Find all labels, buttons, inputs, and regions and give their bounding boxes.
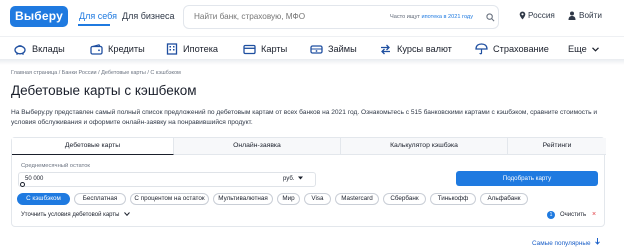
chevron-down-icon [298, 176, 304, 180]
chip-sberbank[interactable]: Сбербанк [383, 193, 426, 205]
nav-label-mortgage: Ипотека [183, 44, 219, 54]
nav-label-cards: Карты [261, 44, 288, 54]
refine-conditions-toggle[interactable]: Уточнить условия дебетовой карты [21, 212, 130, 218]
chevron-down-icon [124, 212, 130, 217]
nav-divider [0, 59, 624, 65]
active-filter-count: 1 [547, 211, 555, 219]
region-selector[interactable]: Россия [528, 9, 555, 23]
balance-input[interactable]: 50 000 руб. [18, 172, 316, 187]
login-link[interactable]: Войти [579, 9, 602, 23]
arrow-down-icon [595, 238, 601, 245]
nav-item-cards[interactable]: Карты [243, 41, 287, 57]
exchange-icon [381, 44, 390, 54]
nav-label-insurance: Страхование [493, 44, 549, 54]
tab-online-application[interactable]: Онлайн-заявка [174, 138, 341, 155]
chip-multicurrency[interactable]: Мультивалютная [213, 193, 273, 205]
search-box[interactable]: Часто ищут ипотека в 2021 году [183, 5, 499, 29]
building-icon [166, 43, 178, 55]
chip-tinkoff[interactable]: Тинькофф [430, 193, 476, 205]
chip-mir[interactable]: Мир [277, 193, 300, 205]
search-input[interactable] [194, 12, 384, 21]
umbrella-icon [475, 43, 488, 55]
balance-value[interactable]: 50 000 [25, 176, 43, 182]
site-logo[interactable]: Выберу [10, 6, 68, 27]
nav-item-currency[interactable]: Курсы валют [379, 41, 452, 57]
tab-for-business[interactable]: Для бизнеса [122, 9, 175, 23]
balance-label: Среднемесячный остаток [21, 163, 90, 169]
nav-item-loans[interactable]: Займы [310, 41, 357, 57]
search-hint-link[interactable]: ипотека в 2021 году [422, 14, 473, 20]
main-nav: Вклады Кредиты Ипотека Карты Займы Курсы… [0, 36, 624, 59]
sort-label: Самые популярные [532, 240, 591, 247]
nav-label-deposits: Вклады [32, 44, 65, 54]
nav-label-credits: Кредиты [108, 44, 145, 54]
close-icon[interactable]: × [592, 211, 596, 218]
nav-item-credits[interactable]: Кредиты [90, 41, 145, 57]
currency-label: руб. [283, 176, 295, 182]
chip-cashback[interactable]: С кэшбэком [17, 193, 70, 205]
balance-slider-handle[interactable] [20, 182, 25, 187]
chip-mastercard[interactable]: Mastercard [335, 193, 379, 205]
nav-item-insurance[interactable]: Страхование [475, 41, 549, 57]
active-tab-indicator [78, 24, 110, 26]
wallet-icon [90, 43, 103, 55]
tab-cashback-calculator[interactable]: Калькулятор кэшбэка [341, 138, 508, 155]
user-icon [568, 11, 576, 20]
card-filter-panel: Дебетовые карты Онлайн-заявка Калькулято… [11, 137, 606, 227]
tab-debit-cards[interactable]: Дебетовые карты [12, 138, 174, 155]
tab-for-self[interactable]: Для себя [79, 9, 117, 23]
page-intro: На Выберу.ру представлен самый полный сп… [11, 109, 598, 126]
currency-select[interactable]: руб. [283, 176, 304, 182]
pick-card-button[interactable]: Подобрать карту [456, 171, 598, 186]
chip-alfabank[interactable]: Альфабанк [480, 193, 528, 205]
nav-item-mortgage[interactable]: Ипотека [166, 41, 218, 57]
search-hint-prefix: Часто ищут [390, 14, 420, 20]
clear-filters-button[interactable]: Очистить [560, 212, 586, 218]
chevron-down-icon [591, 46, 599, 52]
panel-tabs: Дебетовые карты Онлайн-заявка Калькулято… [12, 138, 606, 155]
piggy-bank-icon [14, 44, 26, 55]
loan-icon [310, 44, 323, 54]
breadcrumb[interactable]: Главная страница / Банки России / Дебето… [11, 70, 181, 76]
nav-item-deposits[interactable]: Вклады [14, 41, 65, 57]
search-hint: Часто ищут ипотека в 2021 году [390, 14, 473, 20]
chip-free[interactable]: Бесплатная [74, 193, 126, 205]
nav-item-more[interactable]: Еще [568, 41, 599, 57]
sort-selector[interactable]: Самые популярные [532, 238, 601, 247]
nav-label-more: Еще [568, 44, 587, 54]
chip-visa[interactable]: Visa [304, 193, 331, 205]
search-icon[interactable] [486, 13, 495, 22]
refine-label: Уточнить условия дебетовой карты [21, 212, 120, 218]
nav-label-currency: Курсы валют [397, 44, 452, 54]
chip-interest-on-balance[interactable]: С процентом на остаток [130, 193, 209, 205]
tab-ratings[interactable]: Рейтинги [508, 138, 606, 155]
location-pin-icon [519, 11, 526, 20]
nav-label-loans: Займы [328, 44, 357, 54]
page-title: Дебетовые карты с кэшбеком [11, 83, 197, 98]
card-icon [243, 44, 256, 54]
site-header: Выберу Для себя Для бизнеса Часто ищут и… [0, 0, 624, 36]
